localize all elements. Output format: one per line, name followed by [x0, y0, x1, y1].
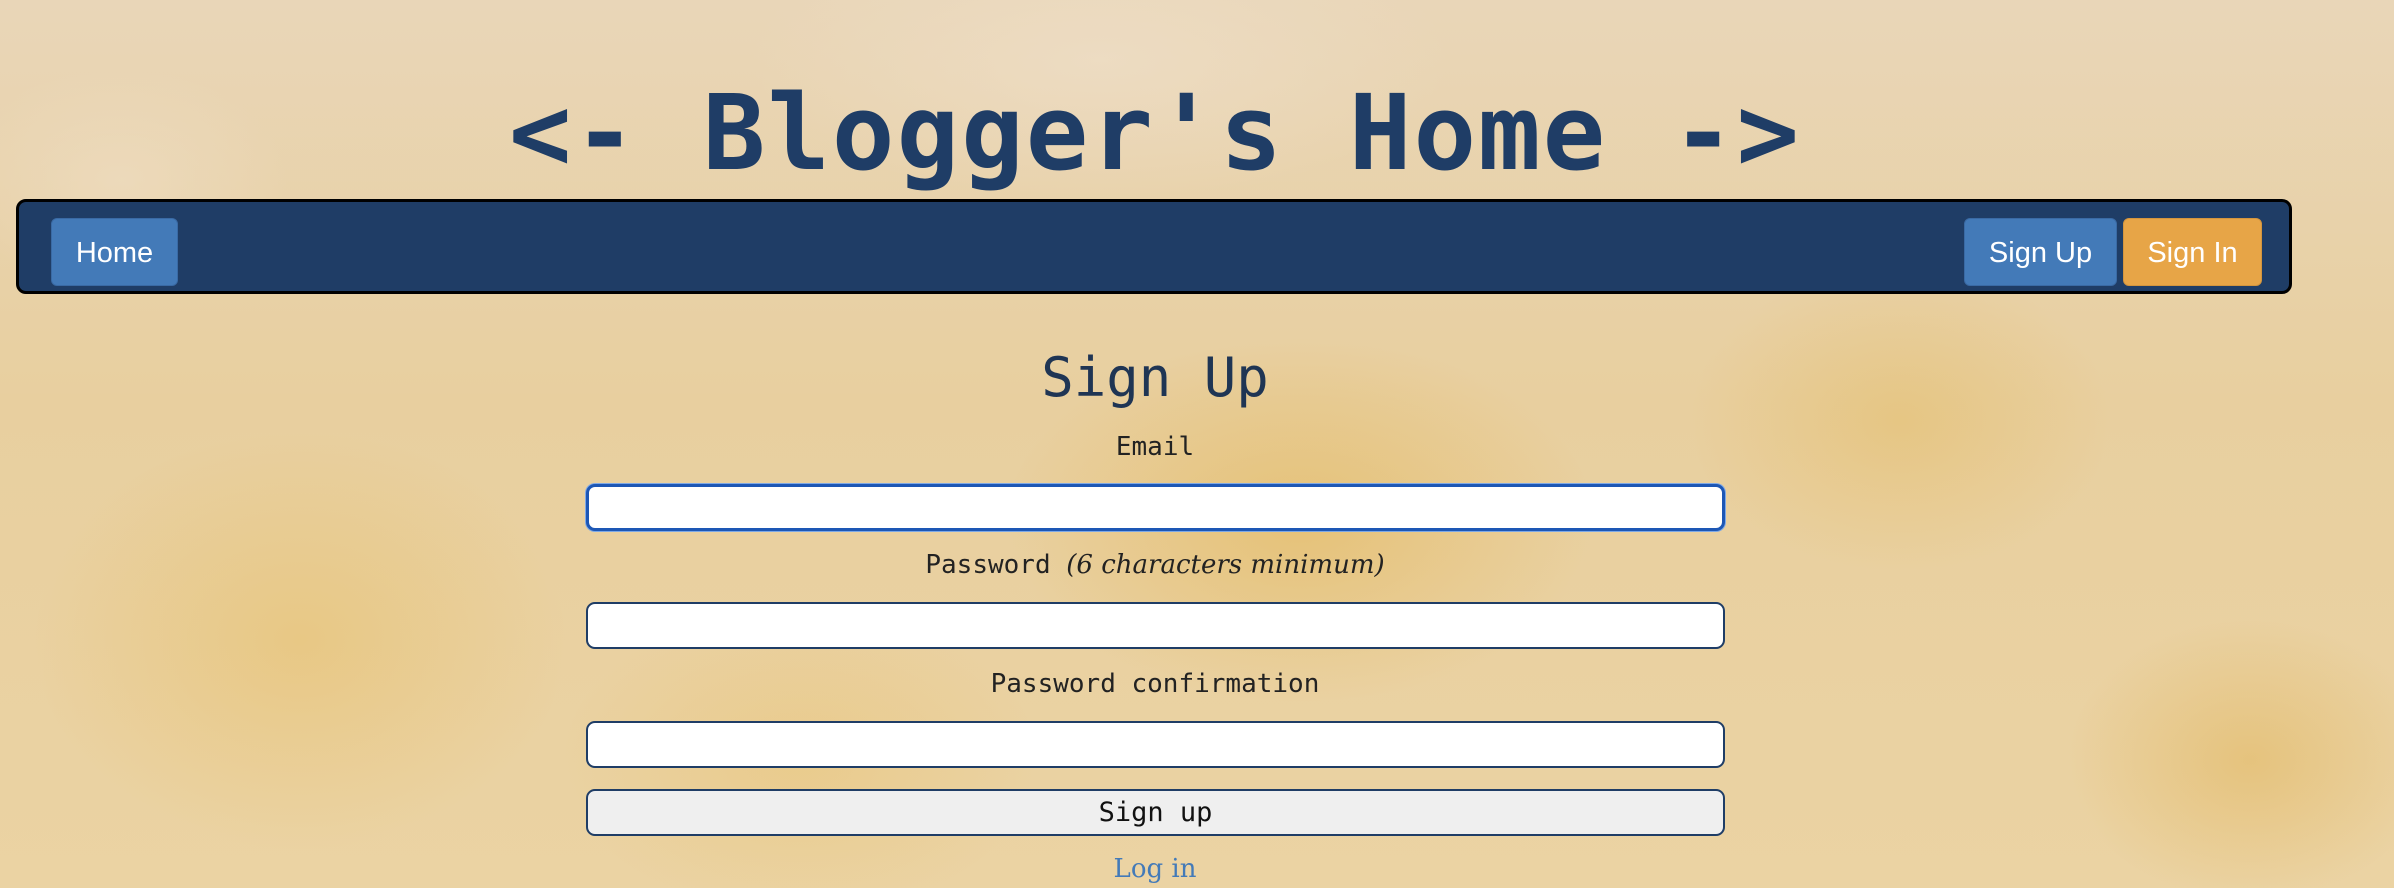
- password-hint: (6 characters minimum): [1066, 550, 1385, 580]
- email-field[interactable]: [586, 484, 1725, 531]
- password-confirmation-field[interactable]: [586, 721, 1725, 768]
- email-label: Email: [0, 430, 2310, 464]
- page: { "header": { "title": "<- Blogger's Hom…: [0, 0, 2394, 888]
- password-field[interactable]: [586, 602, 1725, 649]
- email-label-text: Email: [1115, 432, 1195, 462]
- site-title: <- Blogger's Home ->: [508, 72, 1802, 194]
- nav-sign-up-button[interactable]: Sign Up: [1964, 218, 2117, 286]
- log-in-link[interactable]: Log in: [0, 852, 2310, 886]
- password-label-text: Password: [925, 550, 1051, 580]
- password-confirmation-label: Password confirmation: [0, 667, 2310, 701]
- form-title: Sign Up: [1041, 346, 1269, 409]
- nav-sign-in-button[interactable]: Sign In: [2123, 218, 2262, 286]
- navbar: Home Sign Up Sign In: [16, 199, 2292, 294]
- password-label: Password (6 characters minimum): [0, 548, 2310, 582]
- sign-up-submit-button[interactable]: Sign up: [586, 789, 1725, 836]
- nav-home-button[interactable]: Home: [51, 218, 178, 286]
- password-confirmation-label-text: Password confirmation: [990, 669, 1320, 699]
